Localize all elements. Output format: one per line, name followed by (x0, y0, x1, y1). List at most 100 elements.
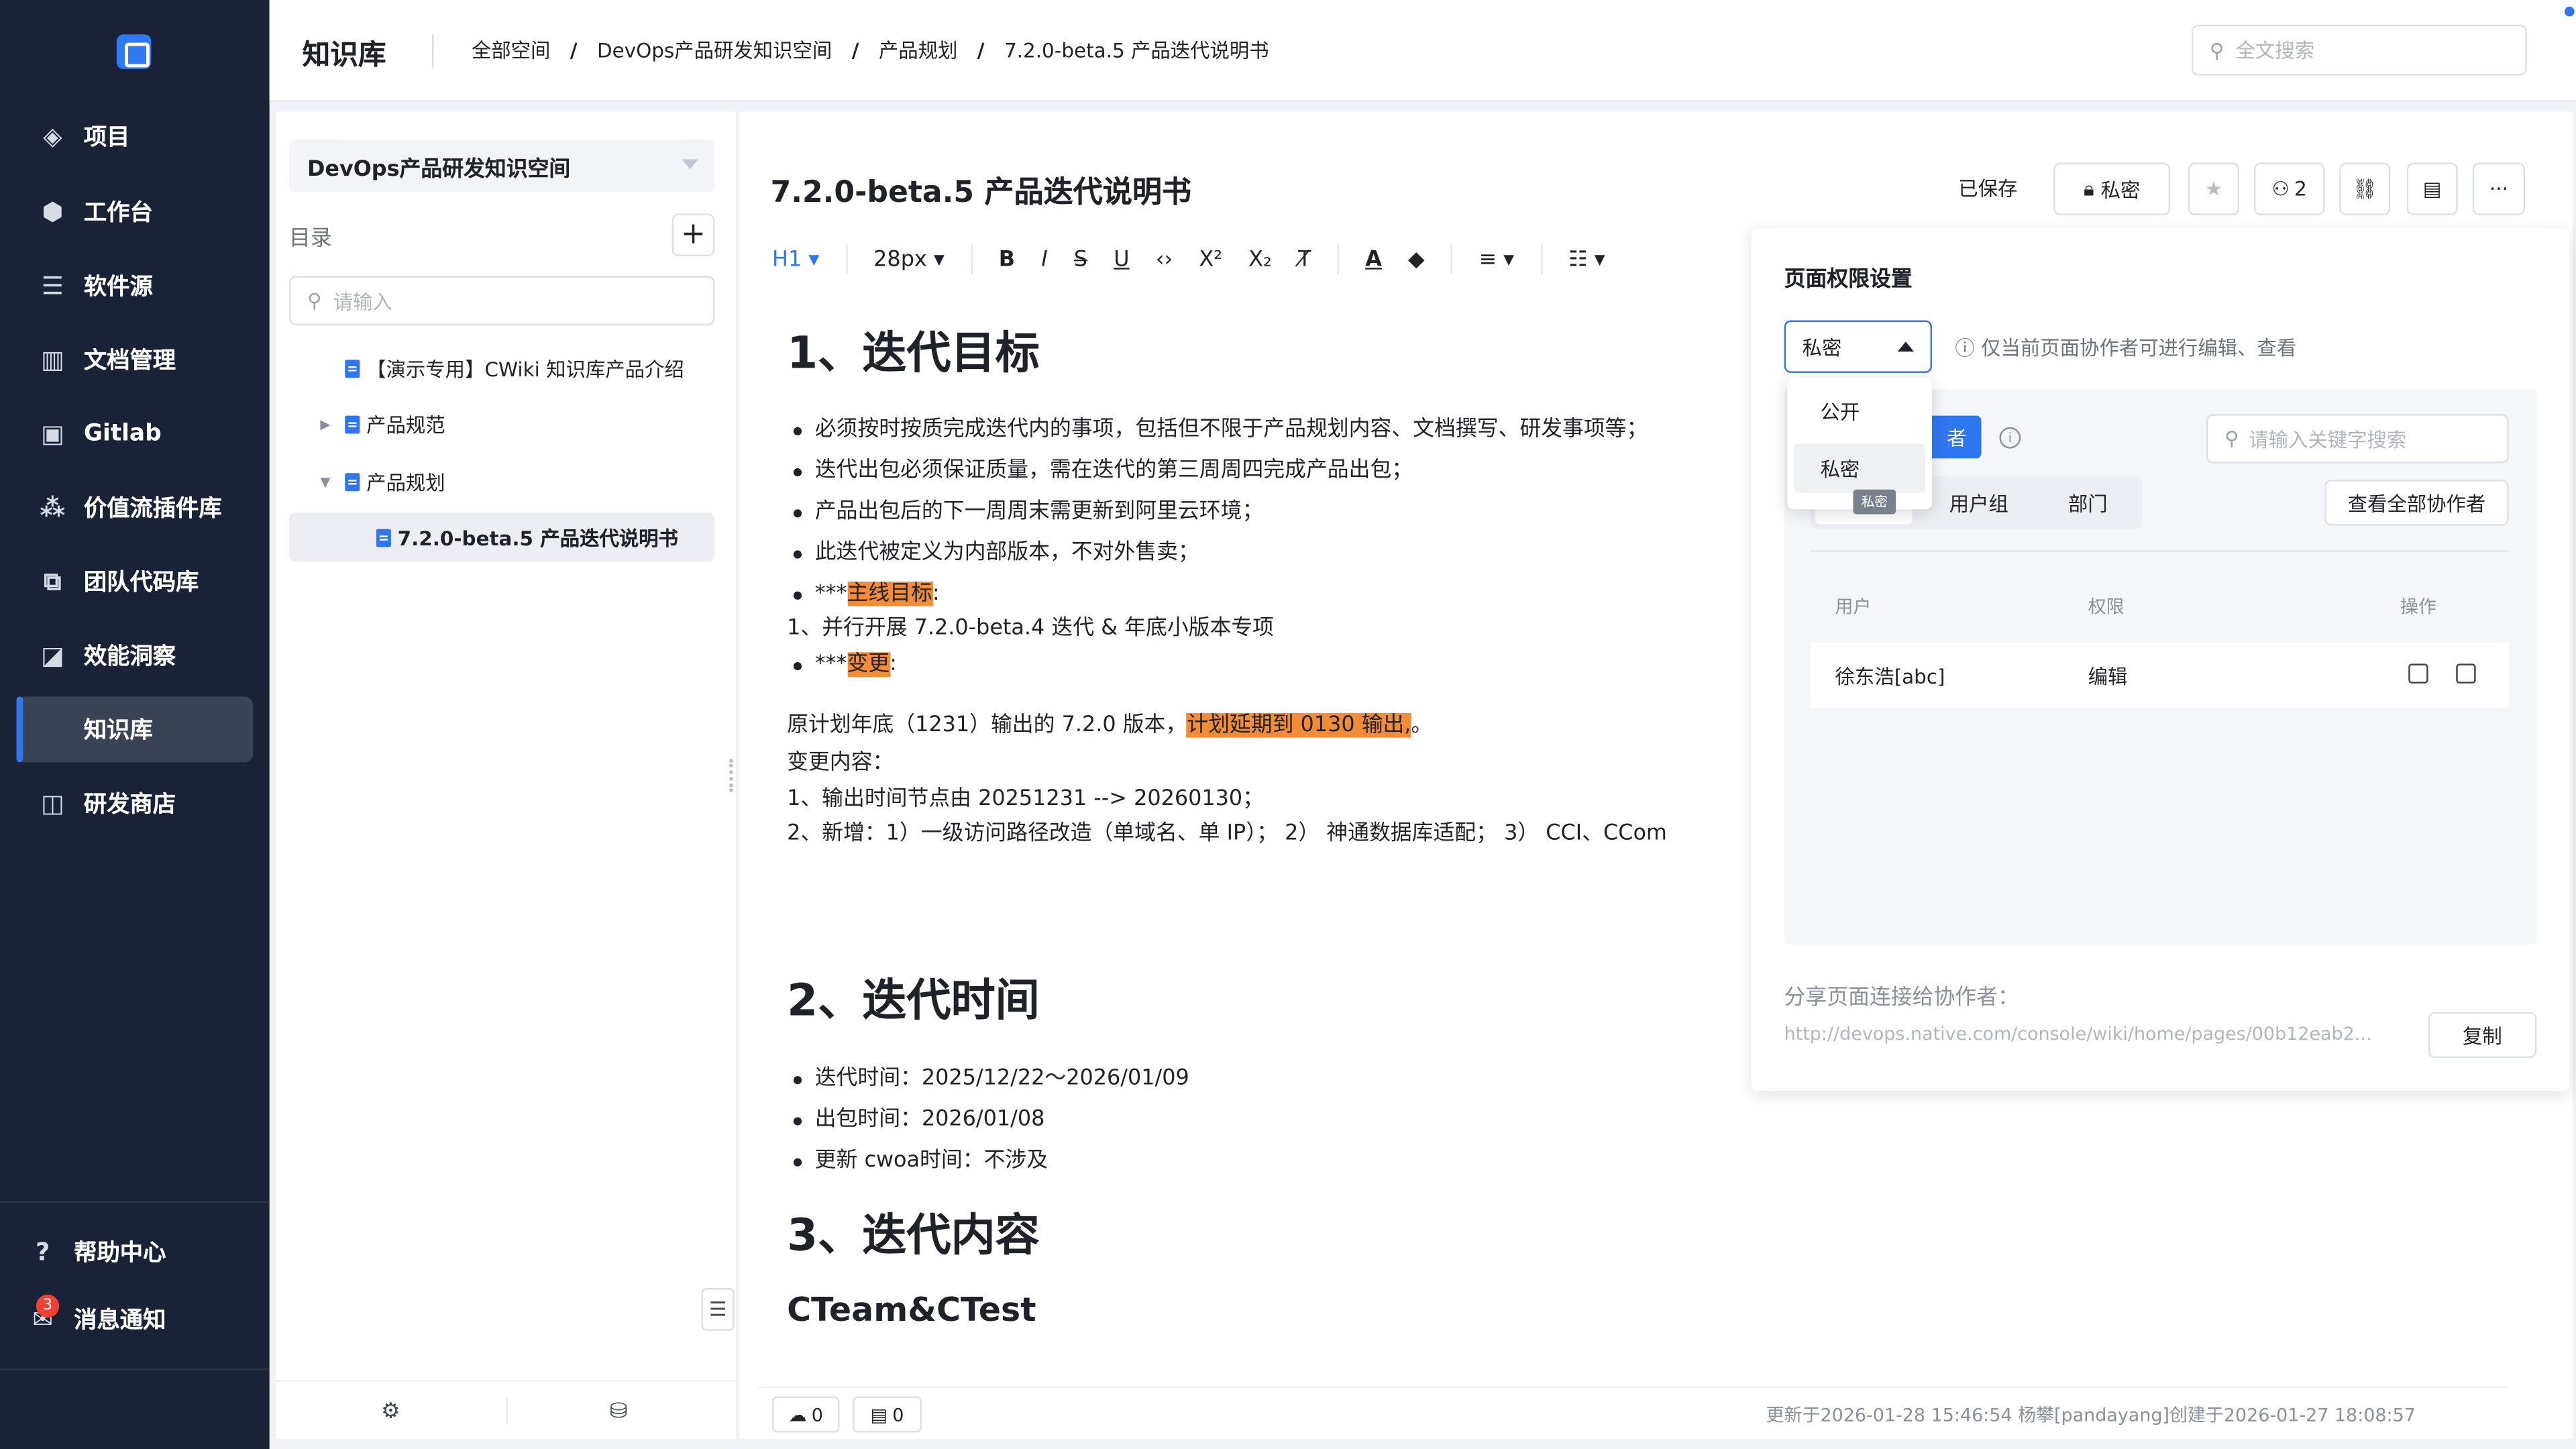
doc-title[interactable]: 7.2.0-beta.5 产品迭代说明书 (771, 169, 1191, 212)
remove-icon[interactable] (2456, 663, 2476, 684)
nav-item-software-source[interactable]: ☰ 软件源 (16, 253, 253, 319)
comment-icon: ▤ (2422, 177, 2442, 201)
collaborator-search-input[interactable]: ⚲ 请输入关键字搜索 (2206, 414, 2509, 464)
tab-user-group[interactable]: 用户组 (1925, 489, 2033, 517)
code-button[interactable]: ‹› (1142, 248, 1186, 272)
list-item: ***主线目标: 1、并行开展 7.2.0-beta.4 迭代 & 年底小版本专… (787, 574, 1756, 644)
option-public[interactable]: 公开 (1794, 386, 1925, 435)
nav-item-dev-store[interactable]: ◫ 研发商店 (16, 771, 253, 837)
panel-resize-handle[interactable] (729, 759, 734, 792)
heading-select[interactable]: H1 ▾ (759, 248, 833, 272)
tree-node-product-spec[interactable]: ▶ 产品规范 (289, 399, 714, 448)
collapse-toc-button[interactable]: ☰ (701, 1288, 735, 1331)
nav-help-center[interactable]: ? 帮助中心 (7, 1219, 244, 1285)
chevron-up-icon (1897, 341, 1915, 352)
list-item: 此迭代被定义为内部版本，不对外售卖； (787, 532, 1756, 573)
privacy-button[interactable]: 🔒︎ 私密 (2053, 162, 2171, 215)
clear-format-button[interactable]: T̸ (1285, 248, 1324, 272)
list-icon[interactable]: ☷ ▾ (1555, 248, 1618, 272)
layers-icon: ◈ (43, 121, 62, 152)
bold-button[interactable]: B (985, 248, 1028, 272)
tree-node-intro[interactable]: 【演示专用】CWiki 知识库产品介绍 (289, 343, 714, 392)
comment-count-button[interactable]: ▤ 0 (853, 1396, 922, 1433)
main-goal-detail: 1、并行开展 7.2.0-beta.4 迭代 & 年底小版本专项 (787, 616, 1275, 641)
code-icon: ⧉ (44, 566, 62, 596)
tree-node-label: 产品规范 (366, 413, 445, 437)
nav-item-plugin-library[interactable]: ⁂ 价值流插件库 (16, 475, 253, 541)
toolbar-divider (971, 244, 973, 274)
permission-hint: ⓘ 仅当前页面协作者可进行编辑、查看 (1955, 333, 2296, 362)
breadcrumb-item[interactable]: 产品规划 (879, 36, 958, 64)
search-icon: ⚲ (2224, 427, 2239, 451)
nav-label: 效能洞察 (83, 644, 176, 671)
fill-color-icon[interactable]: ◆ (1395, 248, 1438, 272)
nav-item-gitlab[interactable]: ▣ Gitlab (16, 401, 253, 467)
tree-search-input[interactable]: ⚲ 请输入 (289, 276, 715, 325)
tab-department[interactable]: 部门 (2033, 489, 2142, 517)
nav-item-team-code[interactable]: ⧉ 团队代码库 (16, 549, 253, 614)
column-actions: 操作 (2400, 596, 2436, 618)
nav-item-projects[interactable]: ◈ 项目 (16, 103, 253, 169)
italic-button[interactable]: I (1028, 248, 1061, 272)
share-url[interactable]: http://devops.native.com/console/wiki/ho… (1784, 1024, 2417, 1045)
font-size-select[interactable]: 28px ▾ (861, 248, 958, 272)
plan-paragraph: 原计划年底（1231）输出的 7.2.0 版本，计划延期到 0130 输出,。 (787, 705, 1756, 746)
add-collaborator-button[interactable]: 者 (1932, 415, 1982, 459)
tree-search-placeholder: 请输入 (333, 290, 392, 313)
info-icon[interactable]: i (1999, 427, 2021, 449)
nav-label: 研发商店 (83, 792, 176, 818)
tree-node-current-doc[interactable]: 7.2.0-beta.5 产品迭代说明书 (289, 513, 715, 562)
archive-icon[interactable]: ⛁ (610, 1400, 628, 1425)
cloud-upload-icon: ☁ (788, 1403, 807, 1426)
underline-button[interactable]: U (1101, 248, 1142, 272)
table-divider (1810, 550, 2509, 552)
page-title: 知识库 (302, 39, 386, 72)
link-button[interactable]: ⛓ (2339, 162, 2391, 215)
strikethrough-button[interactable]: S (1061, 248, 1100, 272)
change-content-label: 变更内容： (787, 751, 894, 775)
search-icon: ⚲ (2209, 38, 2224, 62)
list-item: 更新 cwoa时间：不涉及 (787, 1140, 1756, 1181)
nav-item-insights[interactable]: ◪ 效能洞察 (16, 623, 253, 688)
notification-badge: 3 (36, 1294, 60, 1318)
more-button[interactable]: ··· (2472, 162, 2526, 215)
row-user: 徐东浩[abc] (1835, 665, 1945, 689)
breadcrumb: 全部空间 / DevOps产品研发知识空间 / 产品规划 / 7.2.0-bet… (472, 36, 1269, 64)
chevron-down-icon[interactable]: ▼ (315, 474, 335, 489)
star-button[interactable]: ★ (2188, 162, 2239, 215)
gear-icon[interactable]: ⚙ (381, 1400, 400, 1425)
breadcrumb-item[interactable]: 全部空间 (472, 36, 551, 64)
superscript-button[interactable]: X² (1186, 248, 1236, 272)
space-selector[interactable]: DevOps产品研发知识空间 (289, 140, 715, 193)
edit-icon[interactable] (2408, 663, 2428, 684)
heading-goal: 1、迭代目标 (787, 328, 1040, 380)
toolbar-divider (845, 244, 847, 274)
tree-node-product-plan[interactable]: ▼ 产品规划 (289, 457, 714, 506)
column-user: 用户 (1835, 596, 1872, 618)
plugin-icon: ⁂ (40, 492, 66, 523)
comment-button[interactable]: ▤ (2406, 162, 2458, 215)
time-list: 迭代时间：2025/12/22～2026/01/09 出包时间：2026/01/… (787, 1058, 1756, 1181)
row-permission[interactable]: 编辑 (2088, 662, 2128, 690)
doc-content[interactable]: 1、迭代目标 必须按时按质完成迭代内的事项，包括但不限于产品规划内容、文档撰写、… (787, 322, 1756, 1331)
chevron-right-icon[interactable]: ▶ (315, 417, 335, 431)
option-private[interactable]: 私密 (1794, 443, 1926, 493)
app-logo[interactable] (116, 34, 152, 69)
nav-item-knowledge-base[interactable]: 知识库 (16, 696, 254, 763)
view-all-collaborators-button[interactable]: 查看全部协作者 (2324, 480, 2509, 526)
breadcrumb-item[interactable]: DevOps产品研发知识空间 (597, 36, 832, 64)
subscript-button[interactable]: X₂ (1236, 248, 1285, 272)
nav-item-workbench[interactable]: ⬢ 工作台 (16, 179, 253, 245)
emphasis-prefix: *** (814, 581, 847, 606)
font-color-icon[interactable]: A (1352, 248, 1395, 272)
nav-item-doc-management[interactable]: ▥ 文档管理 (16, 327, 253, 392)
highlight-main-goal: 主线目标 (847, 581, 932, 606)
collaborators-button[interactable]: ⚇ 2 (2254, 162, 2325, 215)
copy-button[interactable]: 复制 (2428, 1012, 2537, 1059)
align-icon[interactable]: ≡ ▾ (1466, 248, 1527, 272)
upload-count-button[interactable]: ☁ 0 (772, 1396, 840, 1433)
permission-select[interactable]: 私密 (1784, 320, 1933, 373)
table-row: 徐东浩[abc] 编辑 (1810, 642, 2509, 708)
add-page-button[interactable]: + (672, 213, 715, 257)
global-search-input[interactable]: ⚲ 全文搜索 (2191, 24, 2527, 76)
